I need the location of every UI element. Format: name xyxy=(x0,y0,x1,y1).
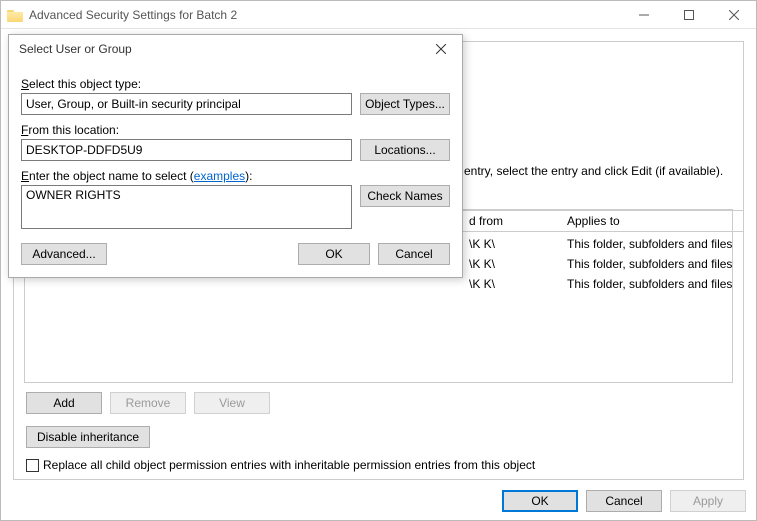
parent-apply-button[interactable]: Apply xyxy=(670,490,746,512)
replace-children-label: Replace all child object permission entr… xyxy=(43,458,535,472)
folder-icon xyxy=(7,8,23,22)
examples-link[interactable]: examples xyxy=(194,169,245,183)
cell-inherited: \K K\ xyxy=(469,257,567,271)
info-text: entry, select the entry and click Edit (… xyxy=(464,164,723,178)
view-button[interactable]: View xyxy=(194,392,270,414)
parent-ok-button[interactable]: OK xyxy=(502,490,578,512)
cell-applies: This folder, subfolders and files xyxy=(567,257,732,271)
advanced-button[interactable]: Advanced... xyxy=(21,243,107,265)
cell-applies: This folder, subfolders and files xyxy=(567,277,732,291)
object-name-field[interactable] xyxy=(21,185,352,229)
add-button[interactable]: Add xyxy=(26,392,102,414)
parent-cancel-button[interactable]: Cancel xyxy=(586,490,662,512)
parent-titlebar: Advanced Security Settings for Batch 2 xyxy=(1,1,756,29)
location-label: From this location: xyxy=(21,123,450,137)
disable-inheritance-row: Disable inheritance xyxy=(26,426,150,448)
parent-footer-buttons: OK Cancel Apply xyxy=(502,490,746,512)
object-type-field[interactable] xyxy=(21,93,352,115)
maximize-icon xyxy=(684,10,694,20)
dialog-title: Select User or Group xyxy=(19,42,426,56)
maximize-button[interactable] xyxy=(666,1,711,28)
window-controls xyxy=(621,1,756,28)
close-icon xyxy=(729,10,739,20)
dialog-ok-button[interactable]: OK xyxy=(298,243,370,265)
remove-button[interactable]: Remove xyxy=(110,392,186,414)
object-type-label: Select this object type: xyxy=(21,77,450,91)
dialog-close-button[interactable] xyxy=(426,38,456,60)
close-button[interactable] xyxy=(711,1,756,28)
cell-inherited: \K K\ xyxy=(469,277,567,291)
select-user-dialog: Select User or Group Select this object … xyxy=(8,34,463,278)
disable-inheritance-button[interactable]: Disable inheritance xyxy=(26,426,150,448)
close-icon xyxy=(436,44,446,54)
dialog-cancel-button[interactable]: Cancel xyxy=(378,243,450,265)
col-inherited-from[interactable]: d from xyxy=(469,214,567,228)
cell-inherited: \K K\ xyxy=(469,237,567,251)
table-row[interactable]: \K K\ This folder, subfolders and files xyxy=(469,234,732,254)
permissions-rows: \K K\ This folder, subfolders and files … xyxy=(469,234,732,294)
replace-children-checkbox[interactable] xyxy=(26,459,39,472)
location-field[interactable] xyxy=(21,139,352,161)
spacer xyxy=(115,243,290,265)
dialog-body: Select this object type: Object Types...… xyxy=(9,63,462,277)
locations-button[interactable]: Locations... xyxy=(360,139,450,161)
table-row[interactable]: \K K\ This folder, subfolders and files xyxy=(469,274,732,294)
object-types-button[interactable]: Object Types... xyxy=(360,93,450,115)
dialog-titlebar: Select User or Group xyxy=(9,35,462,63)
table-row[interactable]: \K K\ This folder, subfolders and files xyxy=(469,254,732,274)
dialog-footer: Advanced... OK Cancel xyxy=(21,243,450,265)
col-applies-to[interactable]: Applies to xyxy=(567,214,620,228)
minimize-icon xyxy=(639,10,649,20)
permission-buttons: Add Remove View xyxy=(26,392,270,414)
minimize-button[interactable] xyxy=(621,1,666,28)
check-names-button[interactable]: Check Names xyxy=(360,185,450,207)
object-type-label-text: elect this object type: xyxy=(29,77,141,91)
replace-children-row: Replace all child object permission entr… xyxy=(26,458,535,472)
enter-name-label: Enter the object name to select (example… xyxy=(21,169,450,183)
parent-window-title: Advanced Security Settings for Batch 2 xyxy=(29,8,621,22)
cell-applies: This folder, subfolders and files xyxy=(567,237,732,251)
